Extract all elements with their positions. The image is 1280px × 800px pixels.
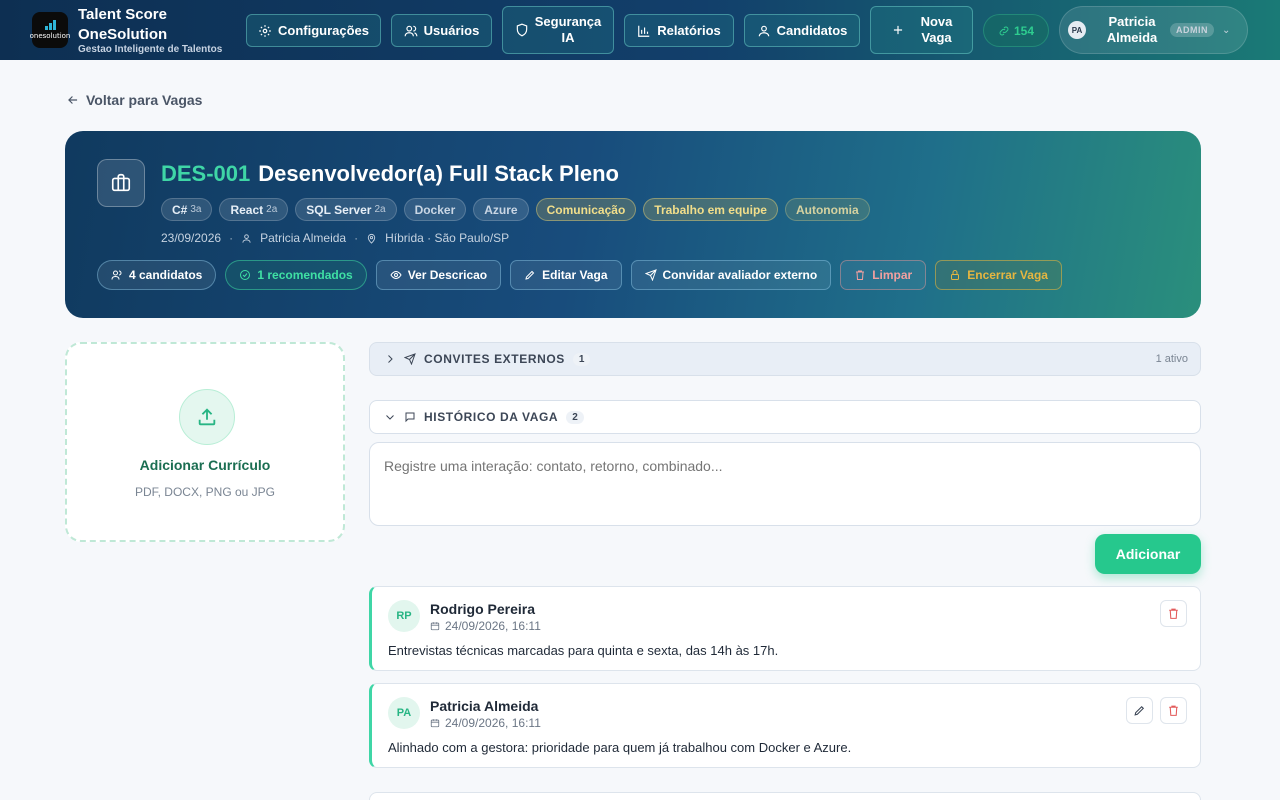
calendar-icon: [430, 719, 440, 728]
send-icon: [644, 269, 657, 281]
skill-chip: Azure: [473, 198, 529, 221]
nav-candidatos-button[interactable]: Candidatos: [744, 14, 860, 47]
job-title: DES-001 Desenvolvedor(a) Full Stack Pleno: [161, 161, 619, 186]
entry-avatar: RP: [388, 600, 420, 632]
entry-author: Patricia Almeida: [430, 698, 539, 714]
check-circle-icon: [240, 270, 251, 280]
user-icon: [242, 233, 251, 243]
history-entry: RP Rodrigo Pereira 24/09/2026, 16:11 Ent…: [369, 586, 1201, 671]
upload-title: Adicionar Currículo: [139, 457, 271, 473]
invites-status: 1 ativo: [1155, 353, 1188, 365]
delete-entry-button[interactable]: [1160, 600, 1187, 627]
lock-icon: [951, 270, 960, 280]
brand-title: Talent Score OneSolution: [78, 6, 168, 43]
job-actions: 4 candidatos 1 recomendados Ver Descrica…: [97, 260, 1062, 290]
job-owner: Patricia Almeida: [260, 231, 347, 245]
briefcase-icon: [97, 159, 145, 207]
plus-icon: [893, 25, 902, 35]
nav-usuarios-button[interactable]: Usuários: [391, 14, 492, 47]
user-role-badge: ADMIN: [1170, 23, 1214, 37]
skill-chip: Docker: [403, 198, 467, 221]
chevron-down-icon: ⌄: [1222, 24, 1231, 36]
users-icon: [404, 25, 418, 36]
nav-relatorios-button[interactable]: Relatórios: [624, 14, 734, 47]
entry-date: 24/09/2026, 16:11: [430, 716, 541, 730]
upload-resume-dropzone[interactable]: Adicionar Currículo PDF, DOCX, PNG ou JP…: [65, 342, 345, 542]
add-interaction-button[interactable]: Adicionar: [1095, 534, 1201, 574]
close-job-button[interactable]: Encerrar Vaga: [935, 260, 1062, 290]
trash-icon: [1169, 705, 1178, 716]
history-count-badge: 2: [566, 410, 584, 424]
invites-count-badge: 1: [572, 352, 591, 366]
skill-chip: React 2a: [219, 198, 289, 221]
send-icon: [404, 353, 416, 365]
job-history-section[interactable]: HISTÓRICO DA VAGA 2: [369, 400, 1201, 434]
entry-author: Rodrigo Pereira: [430, 601, 536, 617]
brand-subtitle: Gestao Inteligente de Talentos: [78, 44, 223, 55]
job-location: Híbrida · São Paulo/SP: [385, 231, 510, 245]
external-invites-section[interactable]: CONVITES EXTERNOS 1 1 ativo: [369, 342, 1201, 376]
history-entry-partial: [369, 792, 1201, 800]
clear-button[interactable]: Limpar: [840, 260, 927, 290]
pencil-icon: [525, 270, 535, 280]
edit-entry-button[interactable]: [1126, 697, 1153, 724]
job-meta: 23/09/2026 · Patricia Almeida · Híbrida …: [161, 231, 510, 245]
shield-icon: [516, 23, 527, 37]
entry-text: Alinhado com a gestora: prioridade para …: [388, 740, 852, 755]
entry-avatar: PA: [388, 697, 420, 729]
users-icon: [111, 270, 122, 280]
trash-icon: [856, 270, 865, 280]
user-name: Patricia Almeida: [1106, 14, 1158, 45]
chevron-down-icon: [386, 415, 394, 420]
job-header-card: DES-001 Desenvolvedor(a) Full Stack Pleno…: [65, 131, 1201, 318]
brand-logo: onesolution: [30, 12, 70, 48]
view-description-button[interactable]: Ver Descricao: [375, 260, 502, 290]
tokens-counter[interactable]: 154: [983, 14, 1049, 47]
eye-icon: [390, 270, 402, 280]
upload-formats: PDF, DOCX, PNG ou JPG: [134, 485, 276, 499]
edit-job-button[interactable]: Editar Vaga: [510, 260, 622, 290]
bar-chart-icon: [638, 25, 650, 37]
skill-chip: SQL Server 2a: [295, 198, 397, 221]
chevron-right-icon: [388, 355, 393, 363]
soft-skill-chip: Autonomia: [784, 198, 870, 221]
brand[interactable]: onesolution Talent Score OneSolution Ges…: [30, 4, 223, 56]
trash-icon: [1169, 608, 1178, 619]
soft-skill-chip: Comunicação: [535, 198, 637, 221]
soft-skill-chip: Trabalho em equipe: [643, 198, 778, 221]
nav-nova-vaga-button[interactable]: Nova Vaga: [870, 6, 973, 54]
nav-seguranca-ia-button[interactable]: Segurança IA: [502, 6, 614, 54]
job-date: 23/09/2026: [161, 231, 222, 245]
nav-configuracoes-button[interactable]: Configurações: [246, 14, 381, 47]
candidates-count-button[interactable]: 4 candidatos: [97, 260, 217, 290]
skill-chip: C# 3a: [161, 198, 213, 221]
interaction-input[interactable]: [369, 442, 1201, 526]
entry-date: 24/09/2026, 16:11: [430, 619, 541, 633]
entry-text: Entrevistas técnicas marcadas para quint…: [388, 643, 779, 658]
delete-entry-button[interactable]: [1160, 697, 1187, 724]
skills-list: C# 3a React 2a SQL Server 2a Docker Azure C…: [161, 198, 870, 221]
upload-icon: [179, 389, 235, 445]
job-code: DES-001: [161, 161, 251, 186]
top-navbar: onesolution Talent Score OneSolution Ges…: [0, 0, 1280, 60]
message-square-icon: [405, 412, 415, 423]
link-icon: [999, 26, 1009, 35]
history-entry: PA Patricia Almeida 24/09/2026, 16:11 Al…: [369, 683, 1201, 768]
map-pin-icon: [367, 233, 376, 244]
recommended-count-button[interactable]: 1 recomendados: [225, 260, 367, 290]
gear-icon: [259, 24, 271, 37]
calendar-icon: [430, 622, 440, 631]
pencil-icon: [1134, 705, 1145, 716]
arrow-left-icon: [68, 96, 78, 104]
user-icon: [758, 25, 769, 36]
back-to-vagas-link[interactable]: Voltar para Vagas: [66, 92, 202, 108]
invite-external-evaluator-button[interactable]: Convidar avaliador externo: [630, 260, 832, 290]
user-avatar: PA: [1068, 21, 1086, 39]
user-menu[interactable]: PA Patricia Almeida ADMIN ⌄: [1059, 6, 1248, 54]
